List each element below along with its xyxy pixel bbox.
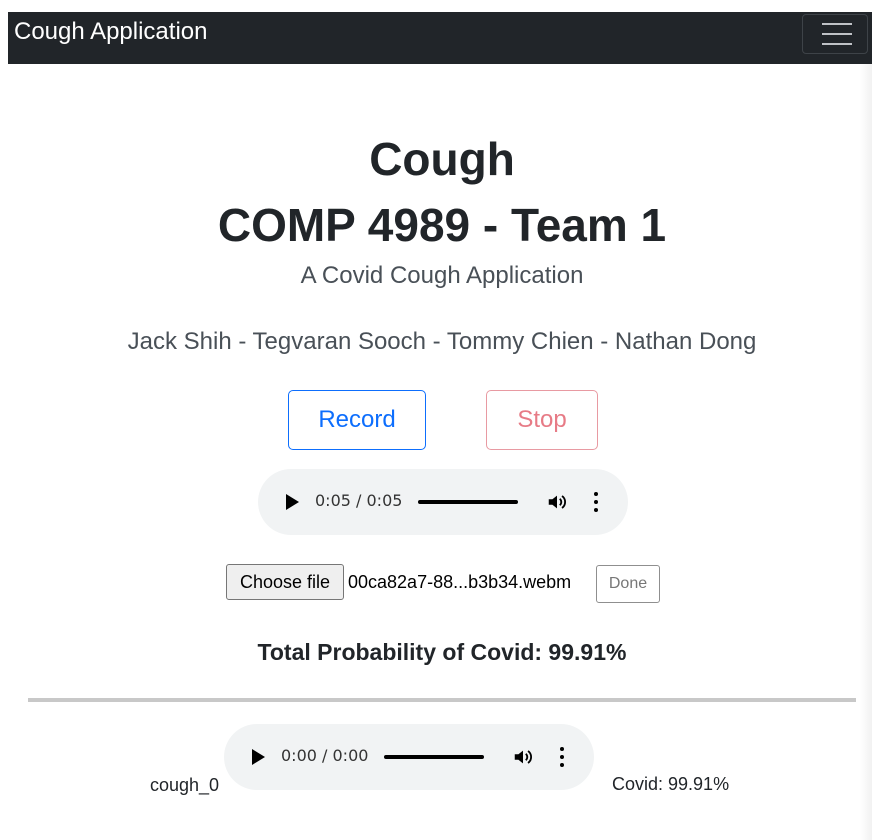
volume-icon[interactable]	[512, 746, 534, 768]
audio-time: 0:00 / 0:00	[281, 746, 369, 765]
sample-name: cough_0	[150, 775, 220, 795]
total-probability: Total Probability of Covid: 99.91%	[257, 639, 627, 665]
hamburger-bar	[822, 43, 852, 45]
play-icon[interactable]	[252, 749, 265, 765]
page-title: Cough	[369, 133, 515, 185]
record-button[interactable]: Record	[288, 390, 426, 450]
hamburger-bar	[822, 33, 852, 35]
sample-prediction: Covid: 99.91%	[612, 774, 730, 794]
seek-bar[interactable]	[418, 500, 518, 504]
recorded-audio-player[interactable]: 0:05 / 0:05	[258, 469, 628, 535]
hamburger-menu-icon[interactable]	[802, 14, 868, 54]
play-icon[interactable]	[286, 494, 299, 510]
choose-file-button[interactable]: Choose file	[226, 564, 344, 600]
volume-icon[interactable]	[546, 491, 568, 513]
team-members: Jack Shih - Tegvaran Sooch - Tommy Chien…	[127, 328, 757, 355]
app-window: Cough Application Cough COMP 4989 - Team…	[8, 12, 872, 840]
navbar-brand[interactable]: Cough Application	[14, 18, 207, 46]
hamburger-bar	[822, 23, 852, 25]
sample-audio-player[interactable]: 0:00 / 0:00	[224, 724, 594, 790]
page-subtitle-course: COMP 4989 - Team 1	[217, 199, 667, 251]
more-options-icon[interactable]	[560, 747, 564, 767]
stop-button[interactable]: Stop	[486, 390, 598, 450]
audio-time: 0:05 / 0:05	[315, 491, 403, 510]
app-description: A Covid Cough Application	[300, 262, 584, 289]
seek-bar[interactable]	[384, 755, 484, 759]
selected-filename: 00ca82a7-88...b3b34.webm	[348, 572, 572, 592]
navbar: Cough Application	[8, 12, 872, 64]
divider	[28, 698, 856, 702]
done-button[interactable]: Done	[596, 565, 660, 603]
more-options-icon[interactable]	[594, 492, 598, 512]
